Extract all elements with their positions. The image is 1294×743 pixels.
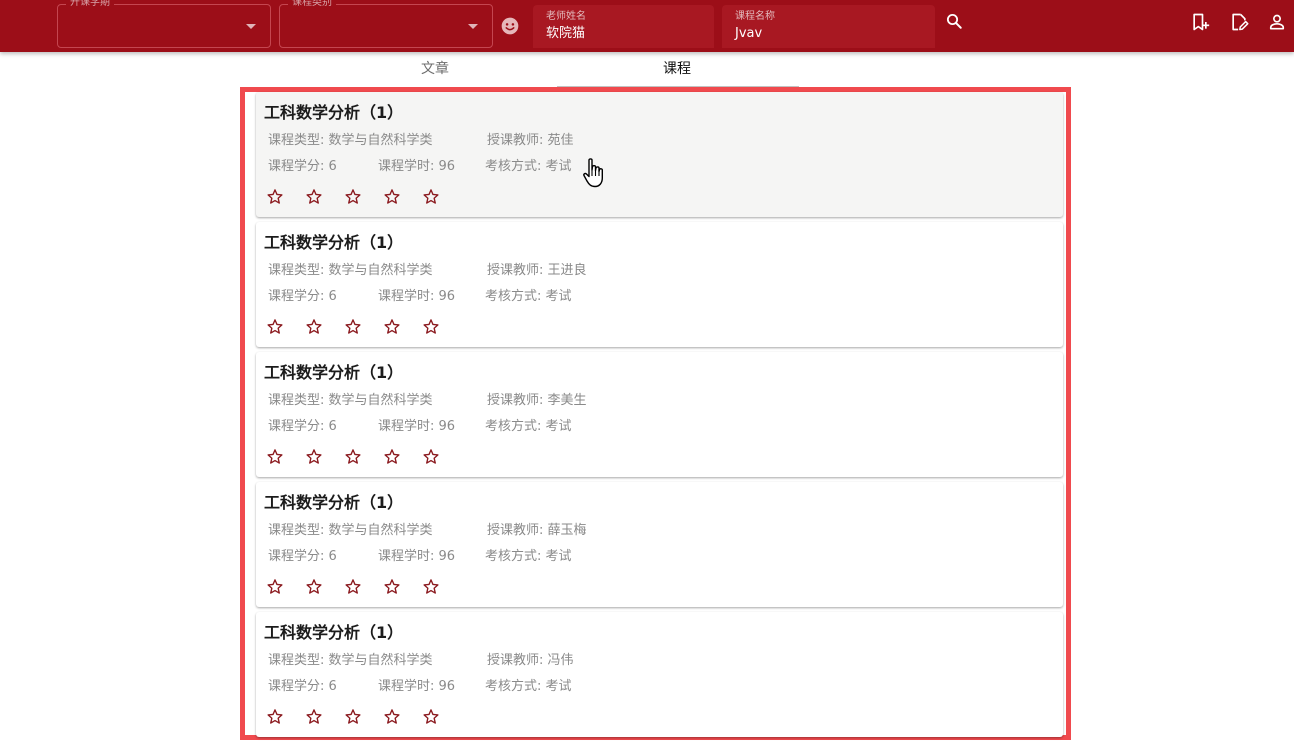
chevron-down-icon bbox=[246, 24, 256, 29]
course-type: 课程类型: 数学与自然科学类 bbox=[268, 523, 433, 538]
course-credit: 课程学分: 6 bbox=[268, 159, 337, 174]
teacher-name-field[interactable]: 老师姓名 软院猫 bbox=[533, 5, 714, 48]
course-teacher: 授课教师: 薛玉梅 bbox=[487, 523, 587, 538]
course-teacher: 授课教师: 王进良 bbox=[487, 263, 587, 278]
rating-stars bbox=[266, 578, 461, 596]
star-icon[interactable] bbox=[422, 448, 440, 466]
course-title: 工科数学分析（1） bbox=[264, 493, 404, 512]
course-hours: 课程学时: 96 bbox=[378, 549, 456, 564]
bookmark-add-icon[interactable] bbox=[1188, 10, 1212, 34]
course-hours: 课程学时: 96 bbox=[378, 419, 456, 434]
course-hours: 课程学时: 96 bbox=[378, 159, 456, 174]
course-teacher: 授课教师: 李美生 bbox=[487, 393, 587, 408]
rating-stars bbox=[266, 318, 461, 336]
course-hours: 课程学时: 96 bbox=[378, 289, 456, 304]
course-title: 工科数学分析（1） bbox=[264, 363, 404, 382]
star-icon[interactable] bbox=[305, 318, 323, 336]
tab-courses[interactable]: 课程 bbox=[557, 52, 797, 88]
course-list: 工科数学分析（1） 课程类型: 数学与自然科学类 授课教师: 苑佳 课程学分: … bbox=[256, 92, 1063, 742]
course-type: 课程类型: 数学与自然科学类 bbox=[268, 263, 433, 278]
star-icon[interactable] bbox=[305, 578, 323, 596]
course-teacher: 授课教师: 苑佳 bbox=[487, 133, 574, 148]
star-icon[interactable] bbox=[383, 578, 401, 596]
star-icon[interactable] bbox=[344, 318, 362, 336]
teacher-name-label: 老师姓名 bbox=[546, 11, 586, 22]
course-type: 课程类型: 数学与自然科学类 bbox=[268, 133, 433, 148]
app-bar: 开课学期 课程类别 老师姓名 软院猫 课程名称 Jvav bbox=[0, 0, 1294, 52]
course-credit: 课程学分: 6 bbox=[268, 419, 337, 434]
search-icon[interactable] bbox=[942, 9, 966, 33]
star-icon[interactable] bbox=[266, 708, 284, 726]
rating-stars bbox=[266, 188, 461, 206]
rating-stars bbox=[266, 708, 461, 726]
star-icon[interactable] bbox=[422, 318, 440, 336]
star-icon[interactable] bbox=[383, 188, 401, 206]
course-name-label: 课程名称 bbox=[735, 11, 775, 22]
smiley-icon[interactable] bbox=[498, 14, 522, 38]
star-icon[interactable] bbox=[383, 448, 401, 466]
course-card[interactable]: 工科数学分析（1） 课程类型: 数学与自然科学类 授课教师: 王进良 课程学分:… bbox=[256, 222, 1063, 347]
course-credit: 课程学分: 6 bbox=[268, 679, 337, 694]
star-icon[interactable] bbox=[383, 318, 401, 336]
course-title: 工科数学分析（1） bbox=[264, 103, 404, 122]
star-icon[interactable] bbox=[266, 318, 284, 336]
star-icon[interactable] bbox=[383, 708, 401, 726]
course-exam: 考核方式: 考试 bbox=[485, 289, 572, 304]
course-card[interactable]: 工科数学分析（1） 课程类型: 数学与自然科学类 授课教师: 薛玉梅 课程学分:… bbox=[256, 482, 1063, 607]
course-name-field[interactable]: 课程名称 Jvav bbox=[722, 5, 935, 48]
star-icon[interactable] bbox=[344, 448, 362, 466]
edit-note-icon[interactable] bbox=[1227, 10, 1251, 34]
course-type: 课程类型: 数学与自然科学类 bbox=[268, 393, 433, 408]
star-icon[interactable] bbox=[344, 578, 362, 596]
semester-select-label: 开课学期 bbox=[66, 0, 114, 9]
course-title: 工科数学分析（1） bbox=[264, 233, 404, 252]
course-credit: 课程学分: 6 bbox=[268, 549, 337, 564]
course-card[interactable]: 工科数学分析（1） 课程类型: 数学与自然科学类 授课教师: 李美生 课程学分:… bbox=[256, 352, 1063, 477]
chevron-down-icon bbox=[468, 24, 478, 29]
star-icon[interactable] bbox=[305, 448, 323, 466]
category-select[interactable]: 课程类别 bbox=[279, 0, 493, 48]
hand-cursor-icon bbox=[583, 158, 603, 188]
star-icon[interactable] bbox=[266, 578, 284, 596]
star-icon[interactable] bbox=[422, 578, 440, 596]
course-credit: 课程学分: 6 bbox=[268, 289, 337, 304]
account-icon[interactable] bbox=[1265, 10, 1289, 34]
category-select-label: 课程类别 bbox=[288, 0, 336, 9]
semester-select[interactable]: 开课学期 bbox=[57, 0, 271, 48]
teacher-name-value: 软院猫 bbox=[546, 26, 586, 41]
course-exam: 考核方式: 考试 bbox=[485, 419, 572, 434]
star-icon[interactable] bbox=[422, 708, 440, 726]
course-exam: 考核方式: 考试 bbox=[485, 679, 572, 694]
star-icon[interactable] bbox=[344, 708, 362, 726]
star-icon[interactable] bbox=[344, 188, 362, 206]
course-hours: 课程学时: 96 bbox=[378, 679, 456, 694]
rating-stars bbox=[266, 448, 461, 466]
tab-articles[interactable]: 文章 bbox=[315, 52, 555, 88]
course-type: 课程类型: 数学与自然科学类 bbox=[268, 653, 433, 668]
star-icon[interactable] bbox=[266, 448, 284, 466]
course-name-value: Jvav bbox=[735, 26, 763, 41]
star-icon[interactable] bbox=[305, 188, 323, 206]
star-icon[interactable] bbox=[305, 708, 323, 726]
course-card[interactable]: 工科数学分析（1） 课程类型: 数学与自然科学类 授课教师: 冯伟 课程学分: … bbox=[256, 612, 1063, 737]
course-card[interactable]: 工科数学分析（1） 课程类型: 数学与自然科学类 授课教师: 苑佳 课程学分: … bbox=[256, 92, 1063, 217]
course-teacher: 授课教师: 冯伟 bbox=[487, 653, 574, 668]
star-icon[interactable] bbox=[266, 188, 284, 206]
course-title: 工科数学分析（1） bbox=[264, 623, 404, 642]
course-exam: 考核方式: 考试 bbox=[485, 549, 572, 564]
course-exam: 考核方式: 考试 bbox=[485, 159, 572, 174]
content-tabs: 文章 课程 bbox=[315, 52, 799, 88]
star-icon[interactable] bbox=[422, 188, 440, 206]
